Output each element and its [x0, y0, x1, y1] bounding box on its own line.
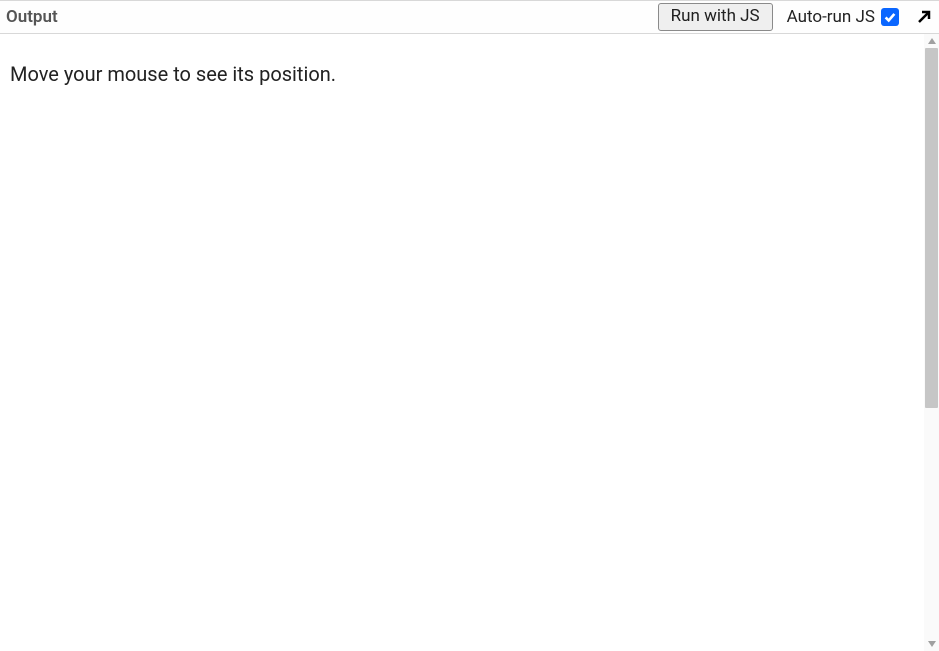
run-with-js-button[interactable]: Run with JS [658, 3, 773, 30]
output-header: Output Run with JS Auto-run JS [0, 0, 939, 34]
autorun-label: Auto-run JS [787, 7, 875, 27]
scrollbar-thumb[interactable] [925, 48, 938, 408]
autorun-checkbox[interactable] [881, 8, 899, 26]
autorun-group: Auto-run JS [787, 7, 899, 27]
check-icon [883, 10, 897, 24]
panel-title: Output [6, 7, 58, 27]
output-area: Move your mouse to see its position. [0, 34, 939, 651]
header-controls: Run with JS Auto-run JS [658, 3, 933, 30]
scrollbar-arrow-down-icon[interactable] [924, 637, 939, 651]
scrollbar-arrow-up-icon[interactable] [924, 34, 939, 48]
scrollbar-track[interactable] [924, 34, 939, 651]
expand-icon[interactable] [915, 8, 933, 26]
output-message: Move your mouse to see its position. [10, 62, 929, 86]
